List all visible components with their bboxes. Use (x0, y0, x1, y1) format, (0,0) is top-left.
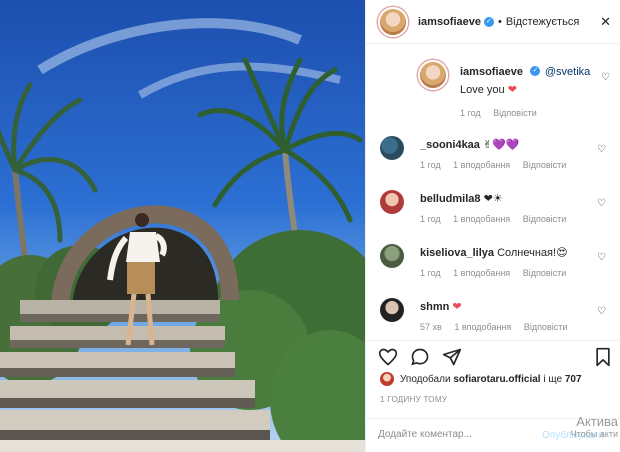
comment-reply[interactable]: Відповісти (523, 268, 567, 278)
post-photo[interactable] (0, 0, 365, 452)
comment-reply[interactable]: Відповісти (523, 160, 567, 170)
caption-avatar[interactable] (418, 60, 448, 90)
dot-separator: • (497, 15, 502, 28)
comment-avatar[interactable] (380, 298, 404, 322)
likes-count[interactable]: 707 (565, 374, 582, 385)
comment-text: ❤ (452, 301, 462, 313)
comment-item: kiseliova_lilya Солнечная!😍 1 год 1 впод… (380, 244, 610, 284)
verified-badge-icon: ✓ (530, 65, 541, 76)
comment-bubble-icon[interactable] (410, 347, 430, 367)
like-comment-heart-icon[interactable]: ♡ (597, 144, 606, 155)
comment-item: belludmila8 ❤☀ 1 год 1 вподобання Відпов… (380, 190, 610, 230)
like-comment-heart-icon[interactable]: ♡ (597, 198, 606, 209)
comment-text: Солнечная!😍 (497, 247, 568, 259)
caption-reply[interactable]: Відповісти (493, 108, 537, 118)
comment-username[interactable]: _sooni4kaa (420, 139, 480, 151)
like-caption-heart-icon[interactable]: ♡ (601, 72, 610, 83)
comment-text: ✌💜💜 (482, 139, 520, 151)
comment-avatar[interactable] (380, 244, 404, 268)
likes-summary: Уподобали sofiarotaru.official і ще 707 (380, 372, 582, 386)
post-header: iamsofiaeve ✓ • Відстежується ✕ (366, 0, 620, 44)
caption-mention[interactable]: @svetika (545, 66, 590, 78)
comment-reply[interactable]: Відповісти (523, 214, 567, 224)
activation-line-2: Чтобы акти (570, 429, 618, 439)
comment-item: _sooni4kaa ✌💜💜 1 год 1 вподобання Відпов… (380, 136, 610, 176)
caption-text: Love you (460, 84, 505, 96)
comment-text: ❤☀ (483, 193, 503, 205)
close-icon[interactable]: ✕ (600, 14, 611, 30)
comment-reply[interactable]: Відповісти (524, 322, 568, 332)
comment-username[interactable]: kiseliova_lilya (420, 247, 494, 259)
comment-item: shmn ❤ 57 хв 1 вподобання Відповісти ♡ (380, 298, 610, 338)
share-send-icon[interactable] (442, 347, 462, 367)
caption-username[interactable]: iamsofiaeve (460, 66, 523, 78)
comment-likes[interactable]: 1 вподобання (453, 214, 510, 224)
comment-username[interactable]: shmn (420, 301, 449, 313)
activation-line-1: Актива (576, 414, 618, 429)
action-bar (366, 340, 620, 370)
comment-time[interactable]: 1 год (420, 268, 441, 278)
comment-likes[interactable]: 1 вподобання (453, 268, 510, 278)
comment-time[interactable]: 1 год (420, 160, 441, 170)
post-panel: iamsofiaeve ✓ • Відстежується ✕ iamsofia… (365, 0, 620, 452)
comment-avatar[interactable] (380, 190, 404, 214)
liker-avatar[interactable] (380, 372, 394, 386)
comment-likes[interactable]: 1 вподобання (454, 322, 511, 332)
heart-emoji: ❤ (507, 84, 517, 96)
bookmark-icon[interactable] (594, 347, 612, 367)
windows-activation-watermark: Актива Чтобы акти (571, 414, 618, 439)
comment-time[interactable]: 1 год (420, 214, 441, 224)
comment-likes[interactable]: 1 вподобання (453, 160, 510, 170)
author-avatar[interactable] (378, 6, 408, 37)
author-username[interactable]: iamsofiaeve (418, 16, 481, 28)
like-comment-heart-icon[interactable]: ♡ (597, 252, 606, 263)
caption-time[interactable]: 1 год (460, 108, 481, 118)
comment-username[interactable]: belludmila8 (420, 193, 481, 205)
comment-avatar[interactable] (380, 136, 404, 160)
like-comment-heart-icon[interactable]: ♡ (597, 306, 606, 317)
follow-status[interactable]: Відстежується (506, 16, 579, 28)
verified-badge-icon: ✓ (483, 16, 494, 27)
likes-suffix: і ще (543, 373, 563, 385)
post-time-ago[interactable]: 1 ГОДИНУ ТОМУ (380, 395, 447, 404)
likes-prefix: Уподобали (400, 373, 451, 385)
comment-time[interactable]: 57 хв (420, 322, 442, 332)
liker-username[interactable]: sofiarotaru.official (453, 374, 540, 385)
comment-input[interactable] (378, 429, 538, 440)
comments-list[interactable]: iamsofiaeve ✓ @svetika Love you ❤ 1 год … (366, 44, 620, 340)
like-heart-icon[interactable] (378, 347, 398, 367)
